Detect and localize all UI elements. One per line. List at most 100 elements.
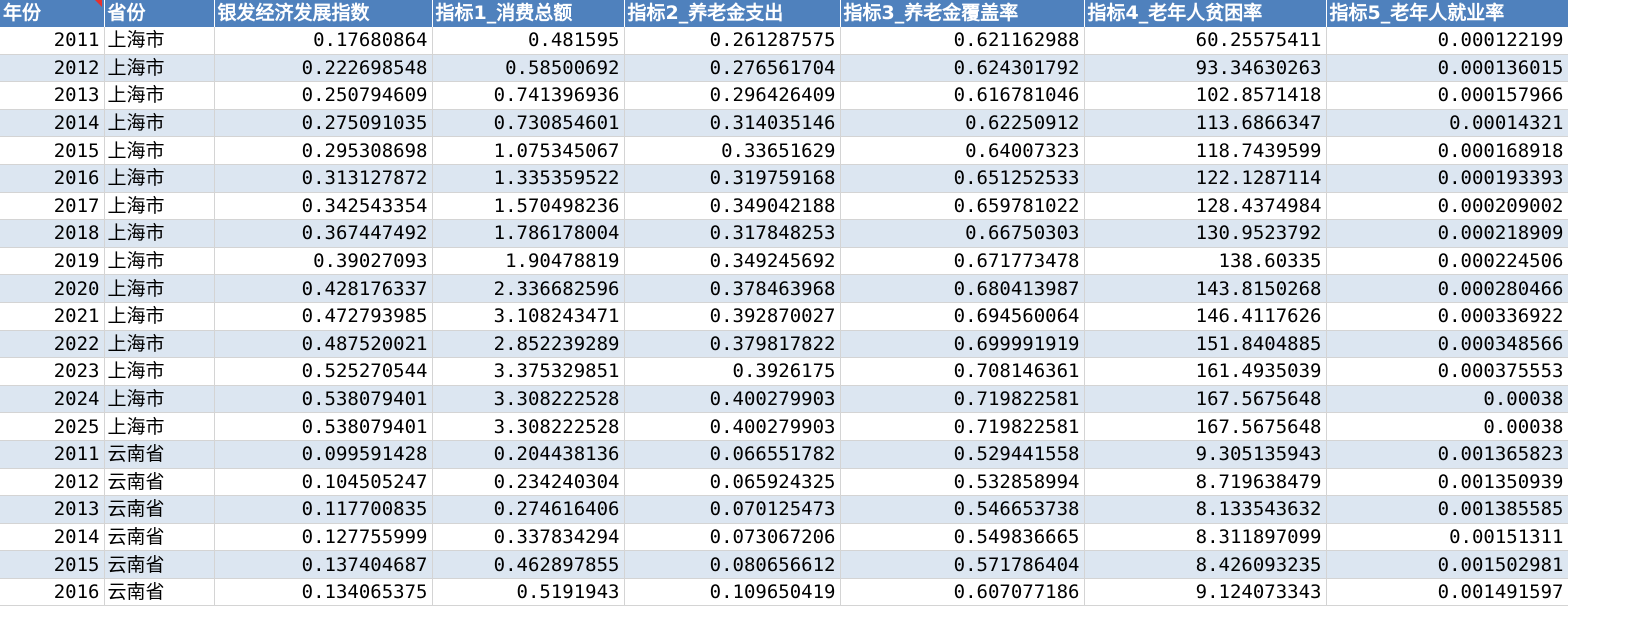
header-indicator-2-pension-expenditure[interactable]: 指标2_养老金支出 <box>624 0 841 27</box>
cell-indicator-2[interactable]: 0.314035146 <box>624 109 841 138</box>
cell-indicator-5[interactable]: 0.001350939 <box>1326 468 1568 497</box>
cell-silver-economy-index[interactable]: 0.525270544 <box>214 357 433 386</box>
cell-indicator-3[interactable]: 0.532858994 <box>840 468 1085 497</box>
cell-indicator-5[interactable]: 0.00038 <box>1326 385 1568 414</box>
cell-indicator-1[interactable]: 1.90478819 <box>432 247 625 276</box>
cell-indicator-2[interactable]: 0.400279903 <box>624 412 841 441</box>
cell-province[interactable]: 上海市 <box>104 109 215 138</box>
cell-indicator-2[interactable]: 0.33651629 <box>624 136 841 165</box>
cell-indicator-3[interactable]: 0.680413987 <box>840 274 1085 303</box>
cell-province[interactable]: 上海市 <box>104 27 215 55</box>
cell-indicator-1[interactable]: 0.337834294 <box>432 523 625 552</box>
cell-silver-economy-index[interactable]: 0.127755999 <box>214 523 433 552</box>
cell-province[interactable]: 上海市 <box>104 54 215 83</box>
cell-indicator-3[interactable]: 0.616781046 <box>840 81 1085 110</box>
cell-province[interactable]: 上海市 <box>104 81 215 110</box>
cell-indicator-5[interactable]: 0.001365823 <box>1326 440 1568 469</box>
cell-indicator-5[interactable]: 0.000193393 <box>1326 164 1568 193</box>
cell-indicator-3[interactable]: 0.529441558 <box>840 440 1085 469</box>
cell-indicator-3[interactable]: 0.659781022 <box>840 192 1085 221</box>
cell-indicator-3[interactable]: 0.571786404 <box>840 550 1085 579</box>
cell-indicator-4[interactable]: 8.311897099 <box>1084 523 1327 552</box>
cell-indicator-3[interactable]: 0.607077186 <box>840 578 1085 607</box>
cell-silver-economy-index[interactable]: 0.222698548 <box>214 54 433 83</box>
cell-year[interactable]: 2013 <box>0 81 105 110</box>
cell-indicator-3[interactable]: 0.62250912 <box>840 109 1085 138</box>
cell-year[interactable]: 2012 <box>0 468 105 497</box>
cell-province[interactable]: 云南省 <box>104 578 215 607</box>
cell-indicator-5[interactable]: 0.000209002 <box>1326 192 1568 221</box>
cell-indicator-2[interactable]: 0.319759168 <box>624 164 841 193</box>
cell-year[interactable]: 2018 <box>0 219 105 248</box>
cell-year[interactable]: 2016 <box>0 164 105 193</box>
cell-province[interactable]: 云南省 <box>104 523 215 552</box>
cell-indicator-1[interactable]: 1.335359522 <box>432 164 625 193</box>
cell-indicator-1[interactable]: 0.274616406 <box>432 495 625 524</box>
cell-indicator-3[interactable]: 0.719822581 <box>840 385 1085 414</box>
cell-silver-economy-index[interactable]: 0.17680864 <box>214 27 433 55</box>
cell-indicator-4[interactable]: 8.426093235 <box>1084 550 1327 579</box>
cell-silver-economy-index[interactable]: 0.472793985 <box>214 302 433 331</box>
header-indicator-5-elderly-employment[interactable]: 指标5_老年人就业率 <box>1326 0 1568 27</box>
cell-indicator-2[interactable]: 0.392870027 <box>624 302 841 331</box>
cell-silver-economy-index[interactable]: 0.538079401 <box>214 385 433 414</box>
cell-indicator-3[interactable]: 0.624301792 <box>840 54 1085 83</box>
cell-indicator-2[interactable]: 0.379817822 <box>624 330 841 359</box>
cell-silver-economy-index[interactable]: 0.250794609 <box>214 81 433 110</box>
cell-indicator-2[interactable]: 0.3926175 <box>624 357 841 386</box>
cell-silver-economy-index[interactable]: 0.137404687 <box>214 550 433 579</box>
cell-indicator-4[interactable]: 151.8404885 <box>1084 330 1327 359</box>
cell-indicator-1[interactable]: 1.786178004 <box>432 219 625 248</box>
cell-indicator-4[interactable]: 60.25575411 <box>1084 27 1327 55</box>
cell-indicator-1[interactable]: 3.308222528 <box>432 385 625 414</box>
cell-year[interactable]: 2016 <box>0 578 105 607</box>
cell-indicator-5[interactable]: 0.000136015 <box>1326 54 1568 83</box>
cell-silver-economy-index[interactable]: 0.487520021 <box>214 330 433 359</box>
cell-indicator-5[interactable]: 0.00151311 <box>1326 523 1568 552</box>
cell-indicator-5[interactable]: 0.000168918 <box>1326 136 1568 165</box>
cell-province[interactable]: 上海市 <box>104 247 215 276</box>
cell-year[interactable]: 2020 <box>0 274 105 303</box>
cell-indicator-5[interactable]: 0.001502981 <box>1326 550 1568 579</box>
cell-indicator-3[interactable]: 0.719822581 <box>840 412 1085 441</box>
cell-indicator-1[interactable]: 0.481595 <box>432 27 625 55</box>
cell-silver-economy-index[interactable]: 0.134065375 <box>214 578 433 607</box>
cell-indicator-1[interactable]: 0.741396936 <box>432 81 625 110</box>
cell-indicator-3[interactable]: 0.651252533 <box>840 164 1085 193</box>
cell-indicator-3[interactable]: 0.694560064 <box>840 302 1085 331</box>
cell-year[interactable]: 2014 <box>0 109 105 138</box>
cell-indicator-4[interactable]: 8.719638479 <box>1084 468 1327 497</box>
cell-province[interactable]: 云南省 <box>104 495 215 524</box>
cell-indicator-5[interactable]: 0.000157966 <box>1326 81 1568 110</box>
cell-indicator-2[interactable]: 0.261287575 <box>624 27 841 55</box>
cell-indicator-1[interactable]: 0.58500692 <box>432 54 625 83</box>
cell-indicator-1[interactable]: 2.852239289 <box>432 330 625 359</box>
cell-indicator-1[interactable]: 2.336682596 <box>432 274 625 303</box>
cell-indicator-3[interactable]: 0.699991919 <box>840 330 1085 359</box>
cell-silver-economy-index[interactable]: 0.099591428 <box>214 440 433 469</box>
header-indicator-1-consumption[interactable]: 指标1_消费总额 <box>432 0 625 27</box>
cell-silver-economy-index[interactable]: 0.428176337 <box>214 274 433 303</box>
cell-indicator-2[interactable]: 0.065924325 <box>624 468 841 497</box>
cell-silver-economy-index[interactable]: 0.117700835 <box>214 495 433 524</box>
cell-indicator-4[interactable]: 9.124073343 <box>1084 578 1327 607</box>
cell-indicator-5[interactable]: 0.000336922 <box>1326 302 1568 331</box>
cell-year[interactable]: 2012 <box>0 54 105 83</box>
cell-indicator-4[interactable]: 93.34630263 <box>1084 54 1327 83</box>
cell-silver-economy-index[interactable]: 0.342543354 <box>214 192 433 221</box>
cell-province[interactable]: 云南省 <box>104 550 215 579</box>
cell-indicator-5[interactable]: 0.000280466 <box>1326 274 1568 303</box>
cell-indicator-2[interactable]: 0.109650419 <box>624 578 841 607</box>
cell-indicator-2[interactable]: 0.080656612 <box>624 550 841 579</box>
cell-indicator-4[interactable]: 146.4117626 <box>1084 302 1327 331</box>
header-province[interactable]: 省份 <box>104 0 215 27</box>
cell-province[interactable]: 上海市 <box>104 357 215 386</box>
cell-year[interactable]: 2015 <box>0 550 105 579</box>
cell-indicator-1[interactable]: 3.108243471 <box>432 302 625 331</box>
cell-indicator-4[interactable]: 122.1287114 <box>1084 164 1327 193</box>
cell-year[interactable]: 2014 <box>0 523 105 552</box>
cell-year[interactable]: 2013 <box>0 495 105 524</box>
cell-year[interactable]: 2022 <box>0 330 105 359</box>
cell-indicator-4[interactable]: 143.8150268 <box>1084 274 1327 303</box>
header-silver-economy-index[interactable]: 银发经济发展指数 <box>214 0 433 27</box>
